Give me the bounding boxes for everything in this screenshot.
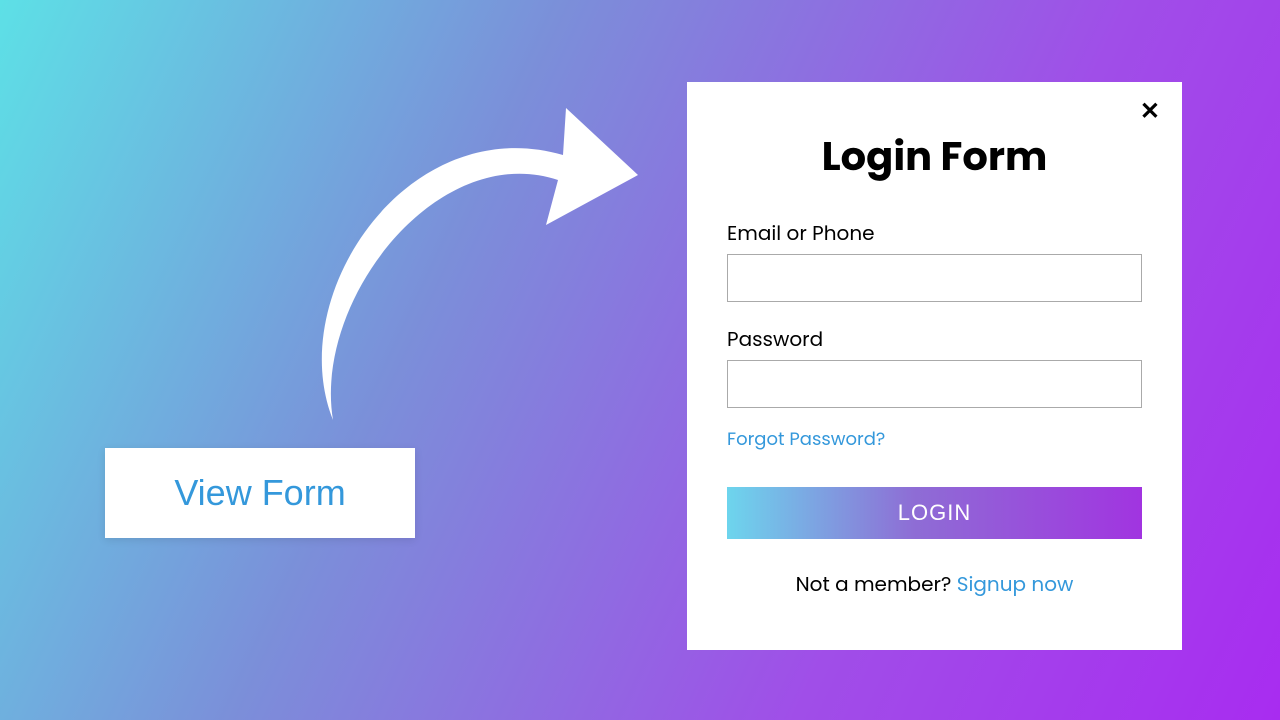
signup-prompt: Not a member? Signup now bbox=[727, 569, 1142, 599]
view-form-button[interactable]: View Form bbox=[105, 448, 415, 538]
modal-title: Login Form bbox=[727, 126, 1142, 186]
email-input[interactable] bbox=[727, 254, 1142, 302]
forgot-password-link[interactable]: Forgot Password? bbox=[727, 426, 1142, 453]
password-input[interactable] bbox=[727, 360, 1142, 408]
signup-text: Not a member? bbox=[796, 570, 957, 598]
email-label: Email or Phone bbox=[727, 218, 1142, 248]
login-button[interactable]: LOGIN bbox=[727, 487, 1142, 539]
email-field-group: Email or Phone bbox=[727, 218, 1142, 302]
password-label: Password bbox=[727, 324, 1142, 354]
close-icon[interactable]: ✕ bbox=[1140, 100, 1160, 124]
password-field-group: Password bbox=[727, 324, 1142, 408]
arrow-icon bbox=[308, 100, 658, 450]
login-modal: ✕ Login Form Email or Phone Password For… bbox=[687, 82, 1182, 650]
signup-link[interactable]: Signup now bbox=[957, 570, 1074, 598]
